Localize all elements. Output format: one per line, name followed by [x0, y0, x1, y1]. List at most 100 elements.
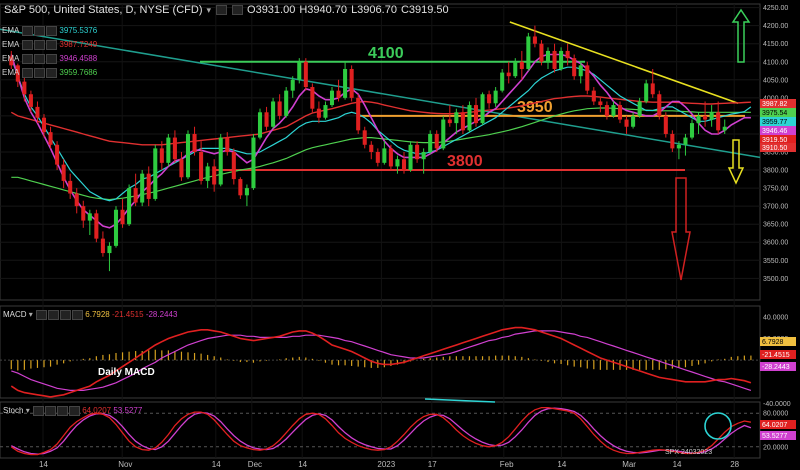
visibility-icon[interactable] [232, 5, 244, 15]
stoch-name: Stoch [3, 406, 24, 416]
candle-body [244, 188, 249, 196]
candle-body [696, 115, 701, 124]
candle-body [323, 105, 328, 118]
time-tick-label: 28 [730, 460, 739, 469]
candle-body [133, 188, 138, 203]
candle-body [487, 94, 492, 104]
open-value: O3931.00 [247, 4, 296, 16]
candle-body [336, 90, 341, 98]
candle-body [631, 115, 636, 127]
candle-body [166, 137, 171, 163]
symbol-title[interactable]: S&P 500, United States, D, NYSE (CFD) [4, 4, 202, 16]
visibility-icon[interactable] [34, 40, 46, 50]
candle-body [480, 94, 485, 124]
candle-body [382, 148, 387, 163]
close-value: C3919.50 [400, 4, 449, 16]
time-tick-label: 2023 [377, 460, 395, 469]
candle-body [349, 68, 354, 98]
settings-icon[interactable] [32, 406, 44, 416]
candle-body [127, 188, 132, 225]
candle-body [120, 209, 125, 225]
ema-name: EMA [2, 26, 19, 36]
candle-body [473, 105, 479, 124]
time-tick-label: 14 [39, 460, 48, 469]
candle-body [415, 144, 420, 160]
candle-body [428, 133, 433, 152]
stoch-tick-label: 80.0000 [763, 411, 788, 418]
candle-body [375, 152, 380, 163]
ema-legend-3[interactable]: EMA 3946.4588 [2, 54, 97, 64]
candle-body [565, 50, 570, 59]
settings-icon[interactable] [36, 310, 48, 320]
candle-body [356, 97, 361, 131]
candle-body [585, 65, 590, 91]
candle-body [644, 83, 649, 102]
visibility-icon[interactable] [34, 26, 46, 36]
close-icon[interactable] [46, 40, 58, 50]
candle-body [657, 94, 662, 116]
candle-body [343, 68, 348, 98]
macd-value-label: 6.7928 [762, 339, 784, 346]
settings-icon[interactable] [216, 5, 228, 15]
candle-body [604, 105, 609, 116]
candle-body [519, 61, 524, 69]
close-icon[interactable] [60, 310, 72, 320]
more-icon[interactable] [72, 310, 84, 320]
candle-body [689, 123, 695, 138]
candle-body [303, 61, 308, 88]
visibility-icon[interactable] [34, 68, 46, 78]
candle-body [61, 164, 66, 181]
close-icon[interactable] [46, 68, 58, 78]
level-label-3800: 3800 [447, 153, 483, 170]
ema-value: 3959.7686 [59, 68, 98, 78]
macd-signal-value: -28.2443 [145, 310, 178, 320]
time-tick-label: Mar [622, 460, 636, 469]
close-icon[interactable] [56, 406, 68, 416]
stoch-legend[interactable]: Stoch ▾ 64.0207 53.5277 [3, 406, 142, 416]
level-label-4100: 4100 [368, 45, 404, 62]
candle-body [212, 166, 217, 185]
candle-body [683, 137, 688, 145]
price-tick-label: 4250.00 [763, 5, 788, 12]
settings-icon[interactable] [22, 54, 34, 64]
settings-icon[interactable] [22, 26, 34, 36]
close-icon[interactable] [46, 26, 58, 36]
candle-body [205, 166, 210, 181]
price-tick-label: 3750.00 [763, 186, 788, 193]
visibility-icon[interactable] [48, 310, 60, 320]
visibility-icon[interactable] [34, 54, 46, 64]
time-tick-label: 14 [212, 460, 221, 469]
price-tick-label: 4100.00 [763, 59, 788, 66]
price-tick-label: 4150.00 [763, 41, 788, 48]
price-tick-label: 3500.00 [763, 276, 788, 283]
ema-legend-2[interactable]: EMA 3987.7249 [2, 40, 97, 50]
ema-name: EMA [2, 68, 19, 78]
settings-icon[interactable] [22, 68, 34, 78]
down-target-arrow-red [671, 177, 691, 281]
candle-body [81, 206, 86, 221]
ema-legend-4[interactable]: EMA 3959.7686 [2, 68, 97, 78]
time-tick-label: 14 [557, 460, 566, 469]
close-icon[interactable] [46, 54, 58, 64]
candle-body [146, 173, 151, 199]
candle-body [225, 137, 230, 152]
more-icon[interactable] [68, 406, 80, 416]
candle-body [467, 105, 472, 131]
macd-legend[interactable]: MACD ▾ 6.7928 -21.4515 -28.2443 [3, 310, 177, 320]
dropdown-chevron-icon[interactable]: ▾ [206, 5, 211, 16]
settings-icon[interactable] [22, 40, 34, 50]
candle-body [28, 94, 33, 107]
visibility-icon[interactable] [44, 406, 56, 416]
time-tick-label: 17 [428, 460, 437, 469]
stoch-d-value: 53.5277 [113, 406, 143, 416]
candle-body [238, 179, 243, 196]
ema-legend-1[interactable]: EMA 3975.5376 [2, 26, 97, 36]
candle-body [87, 213, 92, 221]
price-tick-label: 3600.00 [763, 240, 788, 247]
price-label: 3959.77 [762, 119, 787, 126]
macd-tick-label: -40.0000 [763, 401, 791, 408]
candle-body [172, 137, 177, 160]
candle-body [113, 209, 119, 246]
ema-name: EMA [2, 54, 19, 64]
stoch-k-value: 64.0207 [82, 406, 112, 416]
